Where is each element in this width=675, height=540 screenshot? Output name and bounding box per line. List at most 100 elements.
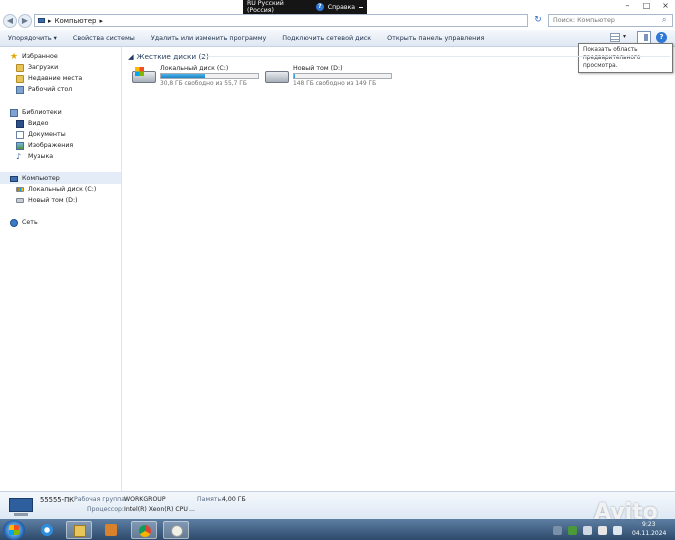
- preview-tooltip: Показать область предварительного просмо…: [578, 43, 673, 73]
- drive-usage-bar: [293, 73, 392, 79]
- nav-label: Новый том (D:): [28, 197, 78, 204]
- network-tray-icon[interactable]: [583, 525, 592, 535]
- taskbar-explorer[interactable]: [66, 521, 92, 539]
- drive-usage-fill: [294, 74, 295, 78]
- refresh-button[interactable]: ↻: [531, 14, 545, 27]
- chrome-icon: [139, 525, 151, 537]
- nav-label: Недавние места: [28, 75, 83, 82]
- details-pane: 55555-ПК Рабочая группа: WORKGROUP Памят…: [0, 491, 675, 520]
- drive-free-space: 30,8 ГБ свободно из 55,7 ГБ: [160, 81, 247, 87]
- language-bar[interactable]: RU Русский (Россия) ? Справка: [243, 0, 367, 14]
- back-button[interactable]: ◀: [3, 14, 17, 28]
- nav-item-downloads[interactable]: Загрузки: [16, 62, 58, 73]
- start-button[interactable]: [3, 520, 25, 540]
- folder-icon: [74, 525, 86, 537]
- taskbar-internet-explorer[interactable]: [34, 521, 60, 539]
- language-bar-help[interactable]: Справка: [328, 4, 355, 11]
- maximize-button[interactable]: □: [637, 0, 656, 12]
- cpu-label: Процессор:: [87, 506, 124, 513]
- drive-free-space: 148 ГБ свободно из 149 ГБ: [293, 81, 377, 87]
- windows-logo-icon: [9, 525, 19, 535]
- nav-label: Избранное: [22, 53, 58, 60]
- help-button[interactable]: ?: [656, 32, 667, 43]
- search-input[interactable]: [548, 14, 673, 27]
- cpu-value: Intel(R) Xeon(R) CPU: [124, 506, 188, 513]
- language-label[interactable]: RU Русский (Россия): [247, 0, 312, 14]
- drive-icon: [16, 198, 24, 203]
- address-path[interactable]: Компьютер: [55, 17, 97, 25]
- libraries-icon: [10, 108, 18, 117]
- nav-label: Видео: [28, 120, 49, 127]
- close-button[interactable]: ×: [656, 0, 675, 12]
- action-center-icon[interactable]: [598, 525, 607, 535]
- uninstall-program-button[interactable]: Удалить или изменить программу: [143, 34, 274, 42]
- nav-item-new-volume[interactable]: Новый том (D:): [16, 195, 78, 206]
- hard-drives-group-header[interactable]: ◢ Жесткие диски (2): [128, 52, 209, 61]
- taskbar-paint[interactable]: [163, 521, 189, 539]
- address-separator-icon[interactable]: ▸: [99, 17, 103, 25]
- language-bar-minimize-icon[interactable]: [359, 6, 363, 8]
- drive-tile-c[interactable]: Локальный диск (C:) 30,8 ГБ свободно из …: [132, 65, 262, 87]
- memory-value: 4,00 ГБ: [222, 496, 246, 503]
- group-title: Жесткие диски (2): [136, 52, 209, 61]
- nav-item-images[interactable]: Изображения: [16, 140, 73, 151]
- taskbar-chrome[interactable]: [131, 521, 157, 539]
- media-player-icon: [105, 524, 117, 536]
- gpu-tray-icon[interactable]: [568, 525, 577, 535]
- drive-usage-fill: [161, 74, 205, 78]
- nav-item-favorites[interactable]: ★ Избранное: [10, 51, 58, 62]
- nav-item-network[interactable]: Сеть: [10, 217, 38, 228]
- address-bar[interactable]: ▸ Компьютер ▸: [34, 14, 528, 27]
- nav-label: Музыка: [28, 153, 54, 160]
- drive-tile-d[interactable]: Новый том (D:) 148 ГБ свободно из 149 ГБ: [265, 65, 395, 87]
- change-view-icon[interactable]: [610, 33, 620, 42]
- computer-icon: [38, 18, 45, 23]
- nav-item-desktop[interactable]: Рабочий стол: [16, 84, 72, 95]
- images-icon: [16, 141, 24, 150]
- nav-label: Документы: [28, 131, 66, 138]
- volume-icon[interactable]: [613, 525, 622, 535]
- open-control-panel-button[interactable]: Открыть панель управления: [379, 34, 492, 42]
- nav-label: Сеть: [22, 219, 38, 226]
- more-options-icon[interactable]: ▾: [623, 33, 626, 40]
- forward-button[interactable]: ▶: [18, 14, 32, 28]
- nav-item-recent[interactable]: Недавние места: [16, 73, 82, 84]
- nav-item-local-disk[interactable]: Локальный диск (C:): [16, 184, 96, 195]
- nav-label: Библиотеки: [22, 109, 62, 116]
- star-icon: ★: [10, 51, 19, 62]
- downloads-folder-icon: [16, 63, 24, 72]
- system-drive-icon: [16, 187, 24, 192]
- nav-item-libraries[interactable]: Библиотеки: [10, 107, 62, 118]
- workgroup-label: Рабочая группа:: [74, 496, 128, 503]
- system-properties-button[interactable]: Свойства системы: [65, 34, 143, 42]
- command-bar: Упорядочить ▾ Свойства системы Удалить и…: [0, 30, 675, 47]
- avito-watermark: Avito: [594, 500, 658, 525]
- drive-name: Локальный диск (C:): [160, 65, 229, 72]
- address-separator-icon[interactable]: ▸: [48, 17, 52, 25]
- computer-icon: [10, 175, 18, 182]
- documents-icon: [16, 130, 24, 139]
- paint-palette-icon: [171, 525, 183, 537]
- taskbar-media-player[interactable]: [98, 521, 124, 539]
- help-icon: ?: [315, 3, 324, 11]
- collapse-arrow-icon[interactable]: ◢: [128, 52, 134, 61]
- minimize-button[interactable]: –: [618, 0, 637, 12]
- system-drive-icon: [132, 67, 156, 83]
- organize-button[interactable]: Упорядочить ▾: [0, 34, 65, 42]
- nav-item-music[interactable]: ♪ Музыка: [16, 151, 53, 162]
- memory-label: Память:: [197, 496, 224, 503]
- drive-icon: [265, 71, 289, 83]
- nav-item-documents[interactable]: Документы: [16, 129, 66, 140]
- show-hidden-icons-icon[interactable]: [553, 525, 562, 535]
- group-divider: [200, 56, 670, 57]
- nav-item-video[interactable]: Видео: [16, 118, 49, 129]
- computer-icon: [9, 498, 33, 516]
- network-icon: [10, 218, 18, 227]
- map-network-drive-button[interactable]: Подключить сетевой диск: [274, 34, 379, 42]
- desktop-icon: [16, 85, 24, 94]
- nav-item-computer[interactable]: Компьютер: [10, 173, 60, 184]
- search-icon[interactable]: ⌕: [662, 15, 666, 25]
- clock-date[interactable]: 04.11.2024: [632, 530, 666, 537]
- nav-label: Локальный диск (C:): [28, 186, 97, 193]
- navigation-row: ◀ ▶ ▸ Компьютер ▸ ↻ ⌕: [0, 13, 675, 29]
